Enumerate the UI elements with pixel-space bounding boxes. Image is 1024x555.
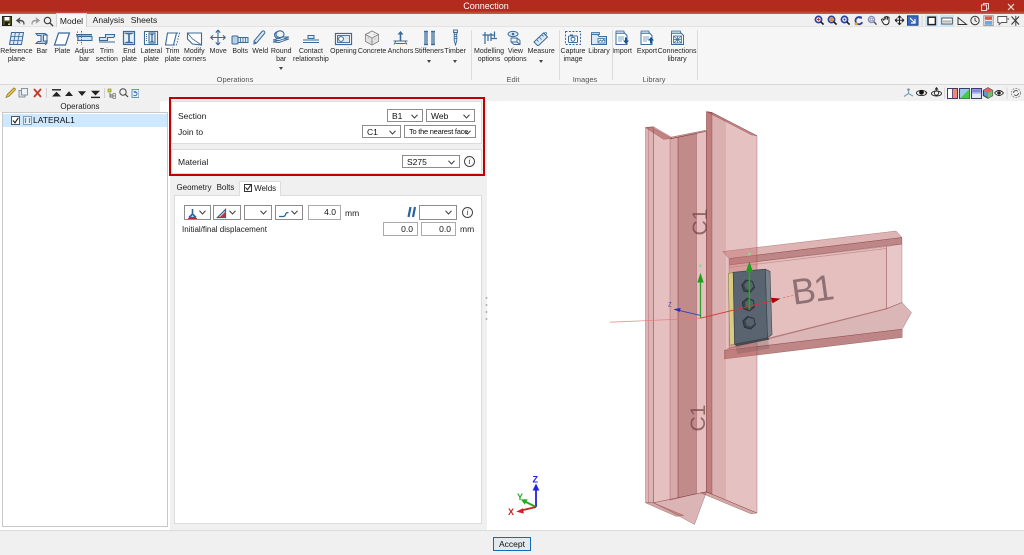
svg-text:Z: Z xyxy=(668,303,672,309)
svg-text:Y: Y xyxy=(517,492,523,502)
svg-text:B1: B1 xyxy=(789,266,836,312)
svg-text:Z: Z xyxy=(533,475,539,485)
svg-text:C1: C1 xyxy=(689,209,712,236)
svg-text:C1: C1 xyxy=(687,405,710,432)
svg-text:X: X xyxy=(508,507,514,517)
